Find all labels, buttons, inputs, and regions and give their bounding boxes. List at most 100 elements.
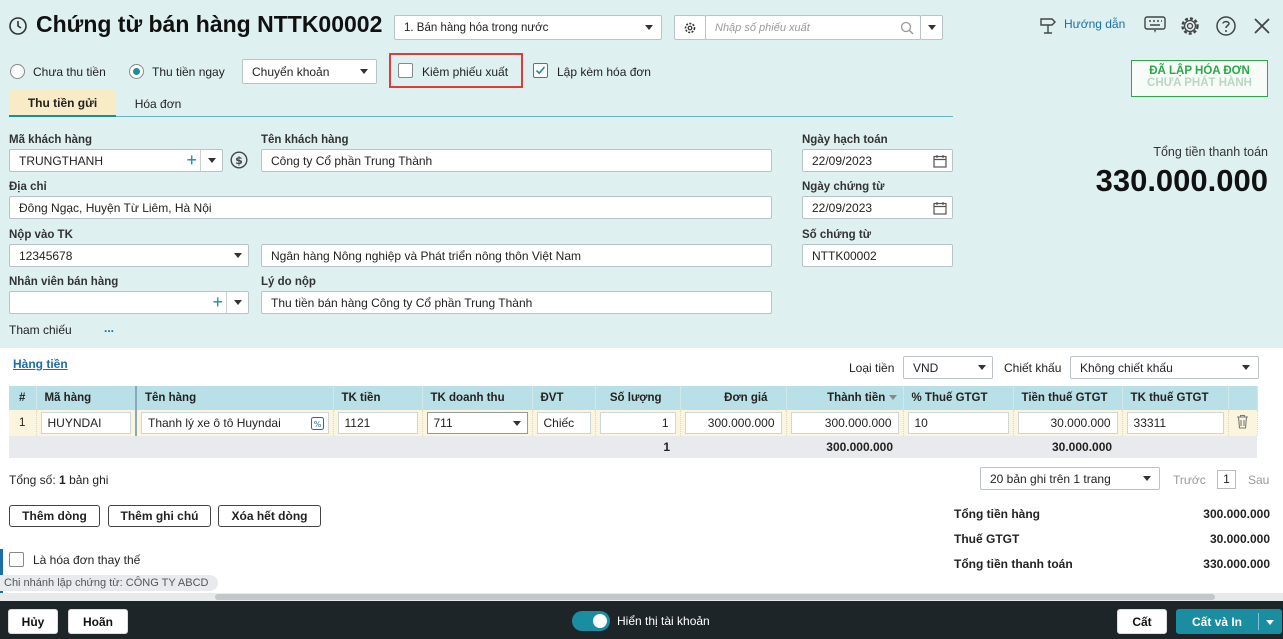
search-settings-button[interactable] [674,15,706,40]
account-select[interactable]: 12345678 [9,244,249,267]
address-label: Địa chỉ [9,181,47,193]
close-icon[interactable] [1253,17,1271,35]
reference-more-button[interactable]: ... [104,321,114,335]
reason-field[interactable]: Thu tiền bán hàng Công ty Cổ phần Trung … [261,291,772,314]
voucher-date-field[interactable]: 22/09/2023 [802,196,953,219]
help-circle-icon[interactable] [1215,15,1237,37]
cell-price[interactable]: 300.000.000 [680,410,787,436]
dollar-icon[interactable]: $ [230,151,248,169]
page-size-select[interactable]: 20 bản ghi trên 1 trang [980,467,1160,490]
cell-name[interactable]: Thanh lý xe ô tô Huyndai % [136,410,334,436]
cell-unit[interactable]: Chiếc [532,410,596,436]
salesperson-field[interactable]: + [9,291,249,314]
chevron-down-icon[interactable] [512,421,521,426]
col-header-unit: ĐVT [532,386,596,410]
trash-icon[interactable] [1236,414,1249,429]
gear-icon [684,22,696,33]
guide-icon[interactable] [1038,15,1058,35]
tab-cash-receipt[interactable]: Thu tiền gửi [9,90,116,117]
settings-gear-icon[interactable] [1179,15,1201,37]
voucher-type-select[interactable]: 1. Bán hàng hóa trong nước [394,15,662,40]
prev-page-button[interactable]: Trước [1173,473,1206,487]
col-header-amount[interactable]: Thành tiền [786,386,904,410]
bank-name-field[interactable]: Ngân hàng Nông nghiệp và Phát triển nông… [261,244,772,267]
chevron-down-icon[interactable] [208,158,216,163]
cell-vat-rate[interactable]: 10 [903,410,1014,436]
chevron-down-icon[interactable] [234,300,242,305]
currency-select[interactable]: VND [903,356,993,379]
search-icon[interactable] [900,21,914,35]
cell-qty[interactable]: 1 [595,410,681,436]
add-note-button[interactable]: Thêm ghi chú [108,505,211,527]
search-dropdown-button[interactable] [920,15,943,40]
customer-code-field[interactable]: TRUNGTHANH + [9,149,223,172]
chevron-down-icon [978,365,986,370]
search-input[interactable]: Nhập số phiếu xuất [705,15,921,40]
defer-button[interactable]: Hoãn [68,609,128,634]
scrollbar-thumb[interactable] [215,594,1215,600]
customer-name-field[interactable]: Công ty Cổ phần Trung Thành [261,149,772,172]
add-icon[interactable]: + [186,151,197,169]
tab-divider [9,116,953,117]
reference-label: Tham chiếu [9,323,72,337]
cell-code[interactable]: HUYNDAI [36,410,137,436]
table-summary-row: 1 300.000.000 30.000.000 [9,436,1258,458]
chevron-down-icon [1242,365,1250,370]
percent-icon[interactable]: % [310,417,324,430]
cell-amount[interactable]: 300.000.000 [786,410,904,436]
next-page-button[interactable]: Sau [1248,473,1269,487]
invoice-checkbox[interactable] [533,63,548,78]
address-field[interactable]: Đông Ngạc, Huyện Từ Liêm, Hà Nội [9,196,772,219]
add-row-button[interactable]: Thêm dòng [9,505,100,527]
export-note-label: Kiêm phiếu xuất [422,65,509,79]
summary-label-goods: Tổng tiền hàng [954,507,1040,521]
discount-select[interactable]: Không chiết khấu [1070,356,1259,379]
radio-unpaid[interactable] [10,64,25,79]
svg-text:$: $ [235,154,243,167]
section-link-goods[interactable]: Hàng tiền [13,357,68,371]
col-header-actions [1228,386,1258,410]
tab-invoice[interactable]: Hóa đơn [122,90,194,117]
chevron-down-icon [234,253,242,258]
radio-unpaid-label: Chưa thu tiền [33,65,106,79]
cell-cash-acc[interactable]: 1121 [333,410,423,436]
col-header-name: Tên hàng [136,386,334,410]
cell-vat-amount[interactable]: 30.000.000 [1013,410,1123,436]
cell-delete[interactable] [1228,410,1258,436]
save-print-button[interactable]: Cất và In [1176,609,1282,634]
total-value: 330.000.000 [1095,163,1268,198]
keyboard-icon[interactable] [1144,16,1166,34]
salesperson-label: Nhân viên bán hàng [9,276,119,288]
side-marker [0,549,3,599]
col-header-vat-acc: TK thuế GTGT [1122,386,1229,410]
current-page[interactable]: 1 [1217,470,1236,489]
cell-vat-acc[interactable]: 33311 [1122,410,1229,436]
show-accounts-toggle[interactable] [572,611,610,631]
summary-label-vat: Thuế GTGT [954,532,1020,546]
export-note-checkbox[interactable] [398,63,413,78]
page-title: Chứng từ bán hàng NTTK00002 [36,11,383,37]
radio-paid[interactable] [129,64,144,79]
cell-rev-acc[interactable]: 711 [422,410,533,436]
cancel-button[interactable]: Hủy [8,609,58,634]
table-row[interactable]: 1 HUYNDAI Thanh lý xe ô tô Huyndai % 112… [9,410,1258,436]
delete-all-button[interactable]: Xóa hết dòng [218,505,321,527]
posting-date-field[interactable]: 22/09/2023 [802,149,953,172]
col-header-qty: Số lượng [595,386,681,410]
voucher-no-field[interactable]: NTTK00002 [802,244,953,267]
col-header-vat-rate: % Thuế GTGT [903,386,1014,410]
calendar-icon[interactable] [933,154,947,168]
branch-note: Chi nhánh lập chứng từ: CÔNG TY ABCD [0,575,219,591]
history-icon[interactable] [8,16,28,36]
chevron-down-icon[interactable] [1266,620,1274,625]
col-header-vat-amount: Tiền thuế GTGT [1013,386,1123,410]
horizontal-scrollbar[interactable] [0,593,1283,601]
calendar-icon[interactable] [933,201,947,215]
payment-method-select[interactable]: Chuyển khoản [242,59,377,84]
replacement-invoice-checkbox[interactable] [9,552,24,567]
add-icon[interactable]: + [212,293,223,311]
invoice-label: Lập kèm hóa đơn [557,65,651,79]
cell-index: 1 [9,410,37,436]
save-button[interactable]: Cất [1117,609,1167,634]
help-link[interactable]: Hướng dẫn [1064,17,1125,31]
